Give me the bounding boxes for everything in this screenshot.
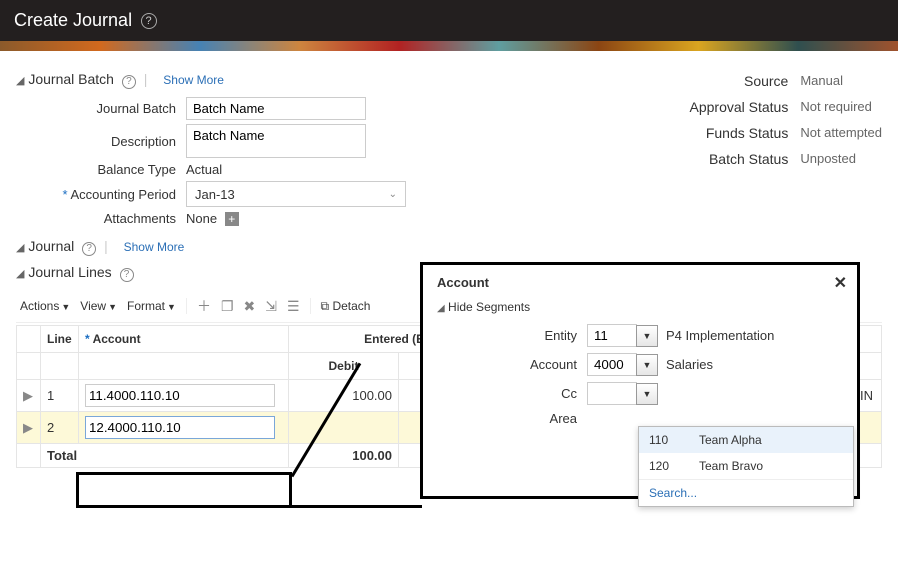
chevron-down-icon: ⌄ xyxy=(389,189,397,200)
cc-input[interactable] xyxy=(587,382,637,405)
batch-status-panel: SourceManual Approval StatusNot required… xyxy=(660,63,882,230)
export-icon[interactable]: ⇲ xyxy=(265,298,277,315)
collapse-icon[interactable]: ◢ xyxy=(16,75,24,87)
expand-row-icon[interactable]: ▶ xyxy=(17,412,41,444)
collapse-icon[interactable]: ◢ xyxy=(16,242,24,254)
cc-label: Cc xyxy=(437,386,587,401)
entity-dropdown-icon[interactable]: ▼ xyxy=(636,325,658,347)
entity-label: Entity xyxy=(437,328,587,343)
callout-line xyxy=(292,505,422,508)
source-value: Manual xyxy=(800,73,843,89)
collapse-icon[interactable]: ◢ xyxy=(16,268,24,280)
duplicate-icon[interactable]: ❐ xyxy=(221,298,234,315)
account-dropdown-icon[interactable]: ▼ xyxy=(636,354,658,376)
col-account: * Account xyxy=(79,326,289,353)
journal-batch-label: Journal Batch xyxy=(16,101,186,116)
decorative-banner xyxy=(0,41,898,51)
journal-batch-section-header: ◢ Journal Batch ? | Show More xyxy=(16,71,600,89)
col-debit: Debit xyxy=(289,353,399,380)
batch-status-value: Unposted xyxy=(800,151,856,167)
approval-status-label: Approval Status xyxy=(660,99,800,115)
view-menu[interactable]: View▼ xyxy=(80,299,117,313)
entity-input[interactable] xyxy=(587,324,637,347)
journal-section-header: ◢ Journal ? | Show More xyxy=(16,238,882,256)
description-input[interactable] xyxy=(186,124,366,158)
debit-cell[interactable] xyxy=(289,412,399,444)
show-more-link[interactable]: Show More xyxy=(124,240,185,254)
debit-cell[interactable]: 100.00 xyxy=(289,380,399,412)
account-seg-input[interactable] xyxy=(587,353,637,376)
detach-button[interactable]: ⧉ Detach xyxy=(321,299,371,314)
help-icon[interactable]: ? xyxy=(82,242,96,256)
accounting-period-label: * Accounting Period xyxy=(16,187,186,202)
delete-icon[interactable]: ✖ xyxy=(244,298,256,315)
cc-dropdown-icon[interactable]: ▼ xyxy=(636,383,658,405)
format-menu[interactable]: Format▼ xyxy=(127,299,176,313)
approval-status-value: Not required xyxy=(800,99,872,115)
close-icon[interactable]: ✕ xyxy=(834,273,847,293)
callout-highlight xyxy=(76,472,292,508)
add-row-icon[interactable]: ＋ xyxy=(197,296,211,316)
help-icon[interactable]: ? xyxy=(141,13,157,29)
dropdown-search[interactable]: Search... xyxy=(639,479,853,506)
expand-row-icon[interactable]: ▶ xyxy=(17,380,41,412)
account-seg-desc: Salaries xyxy=(666,357,713,372)
funds-status-value: Not attempted xyxy=(800,125,882,141)
attachments-value: None + xyxy=(186,211,239,226)
account-input[interactable] xyxy=(85,416,275,439)
actions-menu[interactable]: Actions▼ xyxy=(20,299,70,313)
total-label: Total xyxy=(41,444,289,468)
hide-segments-toggle[interactable]: ◢ Hide Segments xyxy=(437,300,843,314)
cc-dropdown-list: 110Team Alpha 120Team Bravo Search... xyxy=(638,426,854,507)
attachments-label: Attachments xyxy=(16,211,186,226)
batch-status-label: Batch Status xyxy=(660,151,800,167)
account-seg-label: Account xyxy=(437,357,587,372)
journal-batch-input[interactable] xyxy=(186,97,366,120)
help-icon[interactable]: ? xyxy=(120,268,134,282)
popup-title: Account xyxy=(437,275,843,290)
help-icon[interactable]: ? xyxy=(122,75,136,89)
accounting-period-select[interactable]: Jan-13 ⌄ xyxy=(186,181,406,207)
account-input[interactable] xyxy=(85,384,275,407)
area-label: Area xyxy=(437,411,587,426)
dropdown-option[interactable]: 120Team Bravo xyxy=(639,453,853,479)
entity-desc: P4 Implementation xyxy=(666,328,774,343)
balance-type-label: Balance Type xyxy=(16,162,186,177)
description-label: Description xyxy=(16,134,186,149)
add-attachment-icon[interactable]: + xyxy=(225,212,239,226)
dropdown-option[interactable]: 110Team Alpha xyxy=(639,427,853,453)
page-title: Create Journal xyxy=(14,10,132,30)
source-label: Source xyxy=(660,73,800,89)
show-more-link[interactable]: Show More xyxy=(163,73,224,87)
col-line: Line xyxy=(41,326,79,353)
wrap-icon[interactable]: ☰ xyxy=(287,298,300,315)
funds-status-label: Funds Status xyxy=(660,125,800,141)
page-header: Create Journal ? xyxy=(0,0,898,41)
balance-type-value: Actual xyxy=(186,162,222,177)
